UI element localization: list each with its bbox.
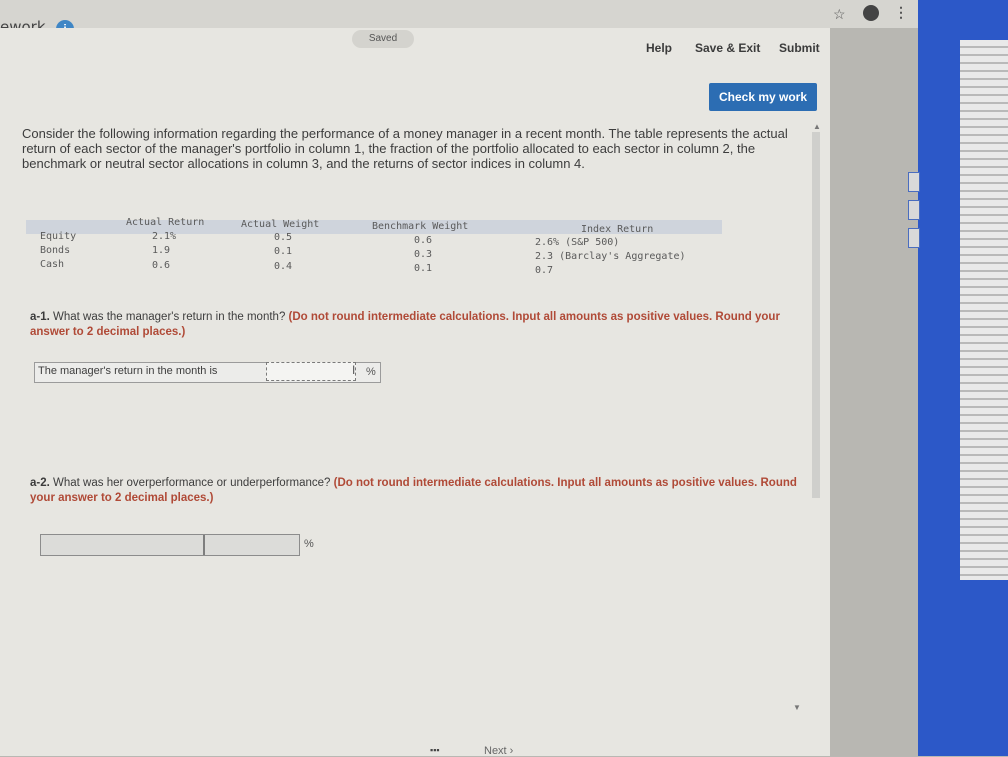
- cell-bonds-index-return: 2.3 (Barclay's Aggregate): [535, 251, 686, 262]
- row-label-bonds: Bonds: [40, 245, 71, 256]
- scrollbar-thumb[interactable]: [812, 132, 820, 498]
- col-header-actual-return: Actual Return: [126, 217, 205, 228]
- question-a1: a-1. What was the manager's return in th…: [30, 310, 810, 340]
- profile-icon[interactable]: [863, 5, 879, 21]
- question-a2-number: a-2.: [30, 477, 50, 489]
- cell-equity-actual-return: 2.1%: [152, 231, 177, 242]
- side-tab-1: [908, 172, 920, 192]
- cell-equity-index-return: 2.6% (S&P 500): [535, 237, 620, 248]
- save-exit-link[interactable]: Save & Exit: [695, 41, 760, 55]
- check-my-work-button[interactable]: Check my work: [709, 83, 817, 111]
- col-header-index-return: Index Return: [581, 224, 654, 235]
- percent-unit-a2: %: [304, 538, 314, 550]
- text-cursor-icon: I: [352, 363, 356, 377]
- side-tab-2: [908, 200, 920, 220]
- question-a1-number: a-1.: [30, 311, 50, 323]
- question-intro: Consider the following information regar…: [22, 126, 788, 171]
- browser-toolbar: [0, 0, 920, 28]
- col-header-actual-weight: Actual Weight: [241, 219, 320, 230]
- question-a1-text: What was the manager's return in the mon…: [49, 311, 289, 323]
- scroll-up-icon[interactable]: ▲: [813, 122, 821, 131]
- saved-status-badge: Saved: [352, 30, 414, 48]
- cell-cash-benchmark-weight: 0.1: [414, 263, 433, 274]
- cell-bonds-benchmark-weight: 0.3: [414, 249, 433, 260]
- page-indicator-icon[interactable]: ▪▪▪: [430, 745, 440, 755]
- overperformance-input[interactable]: [40, 534, 300, 556]
- row-label-equity: Equity: [40, 231, 77, 242]
- answer-a1-label: The manager's return in the month is: [38, 365, 218, 377]
- question-a2: a-2. What was her overperformance or und…: [30, 476, 810, 506]
- submit-link[interactable]: Submit: [779, 41, 820, 55]
- input-divider: [203, 535, 205, 555]
- background-blinds: [960, 40, 1008, 580]
- scroll-down-icon[interactable]: ▼: [793, 703, 801, 712]
- next-button[interactable]: Next ›: [484, 745, 513, 757]
- background-area: [830, 28, 920, 756]
- percent-unit: %: [366, 366, 376, 378]
- cell-cash-actual-return: 0.6: [152, 260, 171, 271]
- cell-bonds-actual-weight: 0.1: [274, 246, 293, 257]
- kebab-menu-icon[interactable]: ⋮: [894, 4, 908, 21]
- cell-cash-index-return: 0.7: [535, 265, 554, 276]
- manager-return-input[interactable]: [266, 362, 356, 381]
- cell-cash-actual-weight: 0.4: [274, 261, 293, 272]
- cell-equity-actual-weight: 0.5: [274, 232, 293, 243]
- cell-equity-benchmark-weight: 0.6: [414, 235, 433, 246]
- col-header-benchmark-weight: Benchmark Weight: [372, 221, 469, 232]
- side-tab-3: [908, 228, 920, 248]
- row-label-cash: Cash: [40, 259, 65, 270]
- help-link[interactable]: Help: [646, 41, 672, 55]
- question-a2-text: What was her overperformance or underper…: [49, 477, 334, 489]
- star-icon[interactable]: ☆: [833, 6, 846, 23]
- cell-bonds-actual-return: 1.9: [152, 245, 171, 256]
